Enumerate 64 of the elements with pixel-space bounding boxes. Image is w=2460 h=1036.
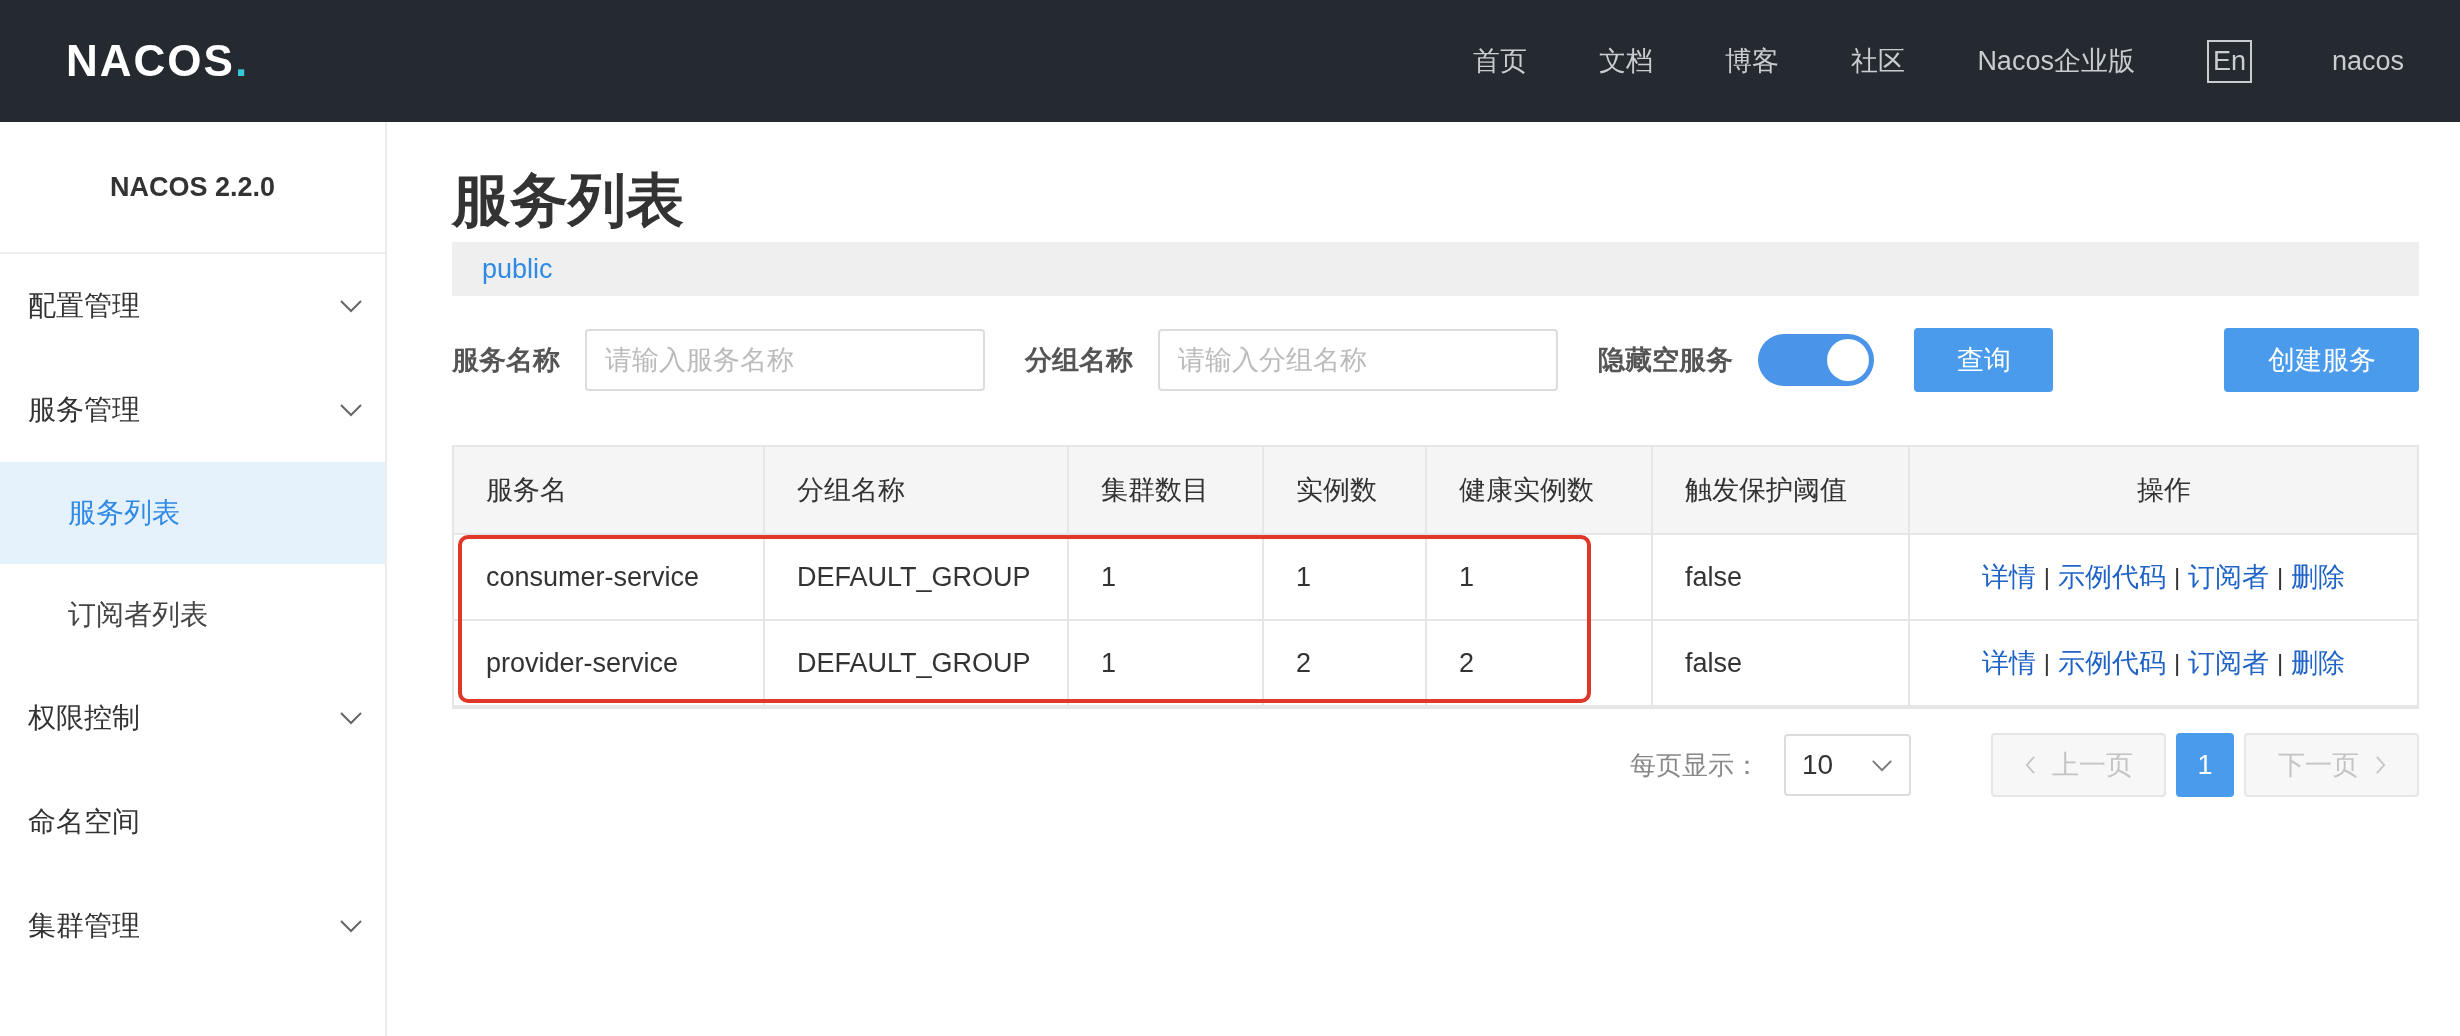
action-link[interactable]: 详情 bbox=[1981, 559, 2036, 595]
chevron-icon bbox=[339, 919, 363, 933]
toggle-switch[interactable] bbox=[1758, 334, 1874, 386]
action-link[interactable]: 示例代码 bbox=[2057, 645, 2166, 681]
page-title: 服务列表 bbox=[452, 166, 685, 234]
group-name-input[interactable]: 请输入分组名称 bbox=[1158, 329, 1558, 391]
action-link[interactable]: 删除 bbox=[2291, 559, 2346, 595]
separator: | bbox=[2043, 563, 2050, 591]
column-header: 实例数 bbox=[1264, 447, 1427, 535]
column-header: 集群数目 bbox=[1069, 447, 1264, 535]
column-header: 操作 bbox=[1910, 447, 2417, 535]
table-cell: DEFAULT_GROUP bbox=[765, 535, 1069, 621]
table-cell: 1 bbox=[1069, 621, 1264, 707]
sidebar-item[interactable]: 服务管理 bbox=[0, 358, 385, 462]
separator: | bbox=[2173, 563, 2181, 591]
sidebar-item[interactable]: 权限控制 bbox=[0, 666, 385, 770]
column-header: 健康实例数 bbox=[1427, 447, 1653, 535]
chevron-left-icon bbox=[2024, 755, 2036, 775]
service-name-label: 服务名称 bbox=[452, 344, 560, 377]
table-cell: DEFAULT_GROUP bbox=[765, 621, 1069, 707]
table-cell: false bbox=[1653, 621, 1910, 707]
page-size-label: 每页显示： bbox=[1630, 748, 1760, 782]
sidebar-item[interactable]: 配置管理 bbox=[0, 254, 385, 358]
logo[interactable]: NACOS. bbox=[66, 36, 250, 86]
table-cell: 1 bbox=[1427, 535, 1653, 621]
sidebar-subitem[interactable]: 订阅者列表 bbox=[0, 564, 385, 666]
nav-link[interactable]: 社区 bbox=[1851, 43, 1906, 79]
column-header: 分组名称 bbox=[765, 447, 1069, 535]
table-cell: 2 bbox=[1427, 621, 1653, 707]
page-size-select[interactable]: 10 bbox=[1784, 734, 1911, 796]
action-link[interactable]: 详情 bbox=[1981, 645, 2036, 681]
language-button[interactable]: En bbox=[2206, 39, 2252, 83]
chevron-right-icon bbox=[2374, 755, 2386, 775]
chevron-icon bbox=[339, 403, 363, 417]
action-link[interactable]: 删除 bbox=[2291, 645, 2346, 681]
separator: | bbox=[2173, 649, 2181, 677]
table-cell: 2 bbox=[1264, 621, 1427, 707]
column-header: 服务名 bbox=[454, 447, 765, 535]
hide-empty-label: 隐藏空服务 bbox=[1598, 344, 1733, 377]
nav-link[interactable]: 首页 bbox=[1473, 43, 1528, 79]
table-cell: consumer-service bbox=[454, 535, 765, 621]
nav-link[interactable]: Nacos企业版 bbox=[1977, 43, 2135, 79]
table-cell: 1 bbox=[1264, 535, 1427, 621]
nav-link[interactable]: 博客 bbox=[1725, 43, 1780, 79]
chevron-icon bbox=[339, 299, 363, 313]
chevron-icon bbox=[339, 711, 363, 725]
action-link[interactable]: 订阅者 bbox=[2188, 559, 2270, 595]
chevron-icon bbox=[1871, 758, 1893, 772]
separator: | bbox=[2043, 649, 2050, 677]
group-name-label: 分组名称 bbox=[1025, 344, 1133, 377]
user-link[interactable]: nacos bbox=[2331, 45, 2404, 77]
table-cell: false bbox=[1653, 535, 1910, 621]
version-title: NACOS 2.2.0 bbox=[109, 171, 276, 203]
nav-link[interactable]: 文档 bbox=[1599, 43, 1654, 79]
separator: | bbox=[2277, 649, 2284, 677]
action-link[interactable]: 订阅者 bbox=[2188, 645, 2270, 681]
table-cell: provider-service bbox=[454, 621, 765, 707]
sidebar-item[interactable]: 命名空间 bbox=[0, 770, 385, 874]
table-cell: 1 bbox=[1069, 535, 1264, 621]
column-header: 触发保护阈值 bbox=[1653, 447, 1910, 535]
service-name-input[interactable]: 请输入服务名称 bbox=[585, 329, 985, 391]
action-link[interactable]: 示例代码 bbox=[2057, 559, 2166, 595]
separator: | bbox=[2277, 563, 2284, 591]
sidebar-item[interactable]: 集群管理 bbox=[0, 874, 385, 978]
